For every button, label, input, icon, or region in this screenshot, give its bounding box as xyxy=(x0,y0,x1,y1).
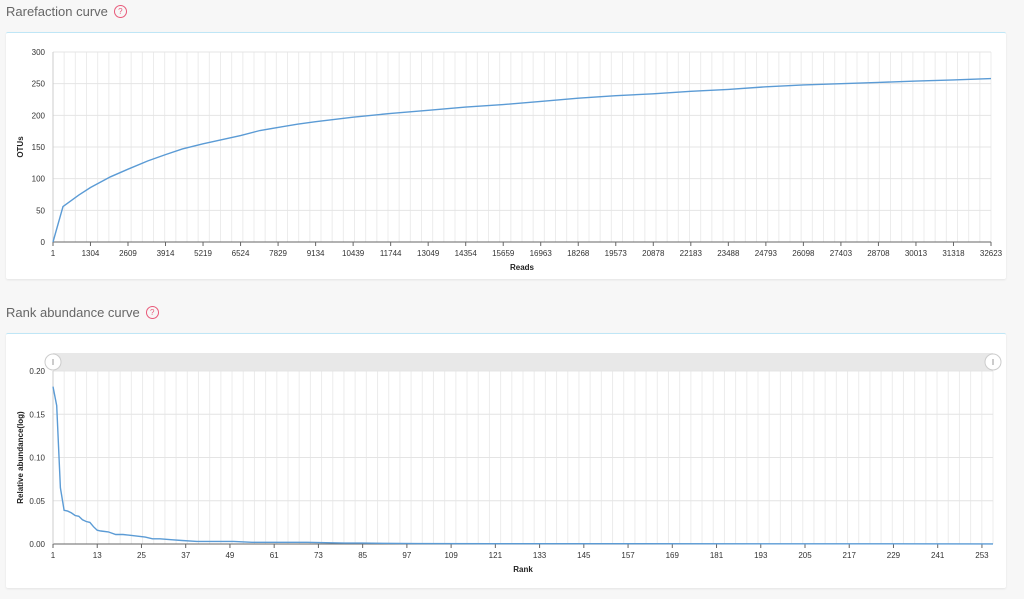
x-tick-label: 217 xyxy=(843,551,857,560)
x-tick-label: 19573 xyxy=(605,249,628,258)
x-tick-label: 241 xyxy=(931,551,945,560)
x-tick-label: 13 xyxy=(93,551,102,560)
x-tick-label: 229 xyxy=(887,551,901,560)
y-tick-label: 0.15 xyxy=(29,410,45,419)
rarefaction-chart: 0 50 100 150 200 250 300 1 1304 2609 3914 5219 6524 7… xyxy=(16,48,1003,272)
x-tick-label: 22183 xyxy=(680,249,703,258)
x-tick-label: 6524 xyxy=(232,249,250,258)
y-tick-label: 200 xyxy=(32,111,46,120)
x-tick-label: 24793 xyxy=(755,249,778,258)
x-tick-label: 97 xyxy=(402,551,411,560)
rank-title: Rank abundance curve xyxy=(6,305,140,320)
rarefaction-panel: 0 50 100 150 200 250 300 1 1304 2609 3914 5219 6524 7… xyxy=(6,32,1006,279)
x-tick-label: 2609 xyxy=(119,249,137,258)
x-tick-label: 157 xyxy=(621,551,635,560)
y-tick-label: 0 xyxy=(41,238,46,247)
y-tick-label: 100 xyxy=(32,175,46,184)
x-tick-label: 30013 xyxy=(905,249,928,258)
y-tick-label: 0.10 xyxy=(29,454,45,463)
x-tick-label: 121 xyxy=(489,551,503,560)
x-tick-label: 32623 xyxy=(980,249,1003,258)
rarefaction-title: Rarefaction curve xyxy=(6,4,108,19)
x-tick-label: 37 xyxy=(181,551,190,560)
x-tick-label: 169 xyxy=(666,551,680,560)
x-tick-label: 205 xyxy=(798,551,812,560)
x-tick-label: 5219 xyxy=(194,249,212,258)
x-tick-label: 27403 xyxy=(830,249,853,258)
x-tick-label: 49 xyxy=(225,551,234,560)
x-tick-label: 10439 xyxy=(342,249,365,258)
x-tick-label: 1304 xyxy=(82,249,100,258)
y-axis-label: Relative abundance(log) xyxy=(16,411,25,504)
rarefaction-section-title: Rarefaction curve ? xyxy=(6,4,127,19)
x-tick-label: 1 xyxy=(51,249,56,258)
y-tick-label: 250 xyxy=(32,80,46,89)
x-axis-label: Reads xyxy=(510,263,535,272)
x-tick-label: 26098 xyxy=(792,249,815,258)
y-tick-label: 50 xyxy=(36,206,45,215)
zoom-slider-track xyxy=(53,353,993,371)
y-tick-label: 0.00 xyxy=(29,540,45,549)
question-circle-icon[interactable]: ? xyxy=(145,306,159,319)
y-tick-label: 300 xyxy=(32,48,46,57)
x-tick-label: 28708 xyxy=(867,249,890,258)
x-tick-label: 16963 xyxy=(530,249,553,258)
rank-abundance-chart: 0.00 0.05 0.10 0.15 0.20 1 13 25 37 49 61 73 85 97 109… xyxy=(16,353,1002,574)
x-tick-label: 1 xyxy=(51,551,56,560)
x-tick-label: 181 xyxy=(710,551,724,560)
x-tick-label: 7829 xyxy=(269,249,287,258)
x-tick-label: 85 xyxy=(358,551,367,560)
x-tick-label: 18268 xyxy=(567,249,590,258)
x-tick-label: 14354 xyxy=(455,249,478,258)
x-tick-label: 15659 xyxy=(492,249,515,258)
x-tick-label: 23488 xyxy=(717,249,740,258)
rank-panel: 0.00 0.05 0.10 0.15 0.20 1 13 25 37 49 61 73 85 97 109… xyxy=(6,333,1006,588)
x-tick-label: 61 xyxy=(270,551,279,560)
x-tick-label: 145 xyxy=(577,551,591,560)
rank-section-title: Rank abundance curve ? xyxy=(6,305,159,320)
x-tick-label: 13049 xyxy=(417,249,440,258)
x-tick-label: 25 xyxy=(137,551,146,560)
x-tick-label: 9134 xyxy=(307,249,325,258)
y-axis-label: OTUs xyxy=(16,136,25,158)
x-tick-label: 133 xyxy=(533,551,547,560)
y-tick-label: 0.05 xyxy=(29,497,45,506)
x-tick-label: 3914 xyxy=(157,249,175,258)
x-tick-label: 73 xyxy=(314,551,323,560)
x-tick-label: 253 xyxy=(975,551,989,560)
x-tick-label: 11744 xyxy=(380,249,402,258)
x-tick-label: 20878 xyxy=(642,249,665,258)
question-circle-icon[interactable]: ? xyxy=(113,5,127,18)
x-tick-label: 193 xyxy=(754,551,768,560)
x-tick-label: 109 xyxy=(444,551,458,560)
x-axis-label: Rank xyxy=(513,565,533,574)
y-tick-label: 0.20 xyxy=(29,367,45,376)
y-tick-label: 150 xyxy=(32,143,46,152)
x-tick-label: 31318 xyxy=(942,249,965,258)
